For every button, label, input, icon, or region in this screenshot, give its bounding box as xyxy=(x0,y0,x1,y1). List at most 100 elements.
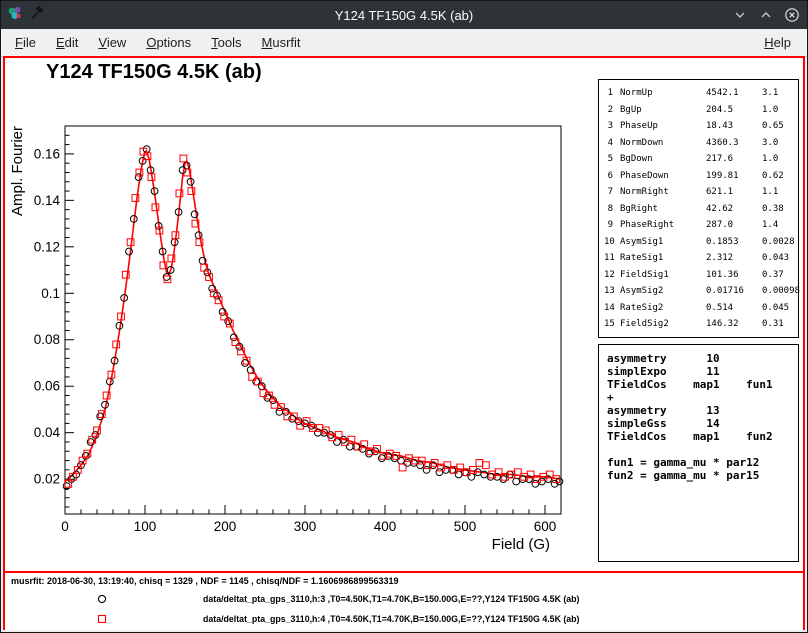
theory-line: + xyxy=(607,391,798,404)
info-pad: musrfit: 2018-06-30, 13:19:40, chisq = 1… xyxy=(5,571,803,630)
y-tick-label: 0.08 xyxy=(34,332,60,347)
window-title: Y124 TF150G 4.5K (ab) xyxy=(1,8,807,23)
fit-info: musrfit: 2018-06-30, 13:19:40, chisq = 1… xyxy=(11,576,398,586)
parameter-row: 7NormRight621.11.1 xyxy=(599,184,798,201)
y-tick-label: 0.12 xyxy=(34,239,60,254)
y-tick-label: 0.16 xyxy=(34,146,60,161)
data-point-circle xyxy=(410,460,417,467)
data-point-circle xyxy=(276,408,283,415)
data-point-circle xyxy=(334,439,341,446)
parameter-row: 6PhaseDown199.810.62 xyxy=(599,168,798,185)
legend-label: data/deltat_pta_gps_3110,h:4 ,T0=4.50K,T… xyxy=(203,614,580,624)
data-point-circle xyxy=(423,467,430,474)
legend-square-marker xyxy=(95,612,109,626)
menu-edit[interactable]: Edit xyxy=(46,31,88,54)
data-point-circle xyxy=(126,248,133,255)
parameter-row: 8BgRight42.620.38 xyxy=(599,201,798,218)
menu-bar-items: FileEditViewOptionsToolsMusrfit xyxy=(1,31,754,54)
x-tick-label: 0 xyxy=(61,519,69,534)
theory-line: simplExpo 11 xyxy=(607,365,798,378)
minimize-button[interactable] xyxy=(731,6,749,24)
x-tick-label: 600 xyxy=(534,519,557,534)
app-window: Y124 TF150G 4.5K (ab) FileEditViewOption… xyxy=(0,0,808,633)
menu-musrfit[interactable]: Musrfit xyxy=(252,31,311,54)
data-point-circle xyxy=(391,455,398,462)
theory-line: TFieldCos map1 fun2 xyxy=(607,430,798,443)
data-point-circle xyxy=(468,473,475,480)
data-point-circle xyxy=(487,473,494,480)
root-canvas: Y124 TF150G 4.5K (ab) 010020030040050060… xyxy=(3,56,805,630)
menu-file[interactable]: File xyxy=(5,31,46,54)
parameter-row: 1NormUp4542.13.1 xyxy=(599,85,798,102)
menu-view[interactable]: View xyxy=(88,31,136,54)
data-point-circle xyxy=(346,443,353,450)
theory-line xyxy=(607,443,798,456)
theory-line: TFieldCos map1 fun1 xyxy=(607,378,798,391)
app-icon[interactable] xyxy=(7,5,23,26)
parameter-row: 2BgUp204.51.0 xyxy=(599,102,798,119)
data-point-circle xyxy=(398,457,405,464)
data-point-circle xyxy=(442,467,449,474)
legend-item: data/deltat_pta_gps_3110,h:4 ,T0=4.50K,T… xyxy=(5,609,803,629)
close-button[interactable] xyxy=(783,6,801,24)
parameter-rows: 1NormUp4542.13.12BgUp204.51.03PhaseUp18.… xyxy=(599,85,798,333)
data-point-square xyxy=(476,460,483,467)
parameter-row: 15FieldSig2146.320.31 xyxy=(599,316,798,333)
parameter-row: 5BgDown217.61.0 xyxy=(599,151,798,168)
y-tick-label: 0.04 xyxy=(34,425,61,440)
parameter-row: 11RateSig12.3120.043 xyxy=(599,250,798,267)
title-bar: Y124 TF150G 4.5K (ab) xyxy=(1,1,807,29)
theory-line: fun2 = gamma_mu * par15 xyxy=(607,469,798,482)
parameter-row: 4NormDown4360.33.0 xyxy=(599,135,798,152)
legend-label: data/deltat_pta_gps_3110,h:3 ,T0=4.50K,T… xyxy=(203,594,580,604)
main-pad: Y124 TF150G 4.5K (ab) 010020030040050060… xyxy=(5,58,805,571)
menu-tools[interactable]: Tools xyxy=(201,31,251,54)
x-tick-label: 400 xyxy=(374,519,397,534)
menu-help[interactable]: Help xyxy=(754,31,801,54)
parameter-row: 12FieldSig1101.360.37 xyxy=(599,267,798,284)
data-point-circle xyxy=(417,462,424,469)
data-point-circle xyxy=(500,476,507,483)
data-point-circle xyxy=(253,378,260,385)
x-tick-label: 100 xyxy=(134,519,157,534)
theory-line: simpleGss 14 xyxy=(607,417,798,430)
data-point-circle xyxy=(314,429,321,436)
data-point-circle xyxy=(532,480,539,487)
data-point-circle xyxy=(519,476,526,483)
data-point-circle xyxy=(436,469,443,476)
menu-bar-right-items: Help xyxy=(754,31,807,54)
parameter-panel: 1NormUp4542.13.12BgUp204.51.03PhaseUp18.… xyxy=(598,79,799,338)
window-controls xyxy=(731,1,801,29)
x-tick-label: 200 xyxy=(214,519,237,534)
y-tick-label: 0.1 xyxy=(41,286,60,301)
legend-circle-marker xyxy=(95,592,109,606)
pin-icon xyxy=(29,5,45,26)
menu-bar: FileEditViewOptionsToolsMusrfit Help xyxy=(1,29,807,57)
y-axis-title: Ampl. Fourier xyxy=(9,126,26,216)
data-point-circle xyxy=(455,471,462,478)
x-tick-label: 500 xyxy=(454,519,477,534)
data-point-circle xyxy=(242,360,249,367)
legend-item: data/deltat_pta_gps_3110,h:3 ,T0=4.50K,T… xyxy=(5,589,803,609)
parameter-row: 10AsymSig10.18530.0028 xyxy=(599,234,798,251)
data-point-circle xyxy=(289,415,296,422)
theory-panel: asymmetry 10simplExpo 11TFieldCos map1 f… xyxy=(598,344,799,562)
parameter-row: 9PhaseRight287.01.4 xyxy=(599,217,798,234)
data-point-square xyxy=(482,462,489,469)
data-point-circle xyxy=(538,478,545,485)
data-point-circle xyxy=(87,439,94,446)
data-point-circle xyxy=(513,478,520,485)
y-tick-label: 0.06 xyxy=(34,379,60,394)
data-point-circle xyxy=(404,460,411,467)
theory-line: asymmetry 13 xyxy=(607,404,798,417)
parameter-row: 14RateSig20.5140.045 xyxy=(599,300,798,317)
legend: data/deltat_pta_gps_3110,h:3 ,T0=4.50K,T… xyxy=(5,589,803,629)
x-tick-label: 300 xyxy=(294,519,317,534)
data-point-circle xyxy=(366,450,373,457)
theory-line: asymmetry 10 xyxy=(607,352,798,365)
maximize-button[interactable] xyxy=(757,6,775,24)
y-tick-label: 0.14 xyxy=(34,193,61,208)
data-point-circle xyxy=(378,455,385,462)
menu-options[interactable]: Options xyxy=(136,31,201,54)
y-tick-label: 0.02 xyxy=(34,472,60,487)
